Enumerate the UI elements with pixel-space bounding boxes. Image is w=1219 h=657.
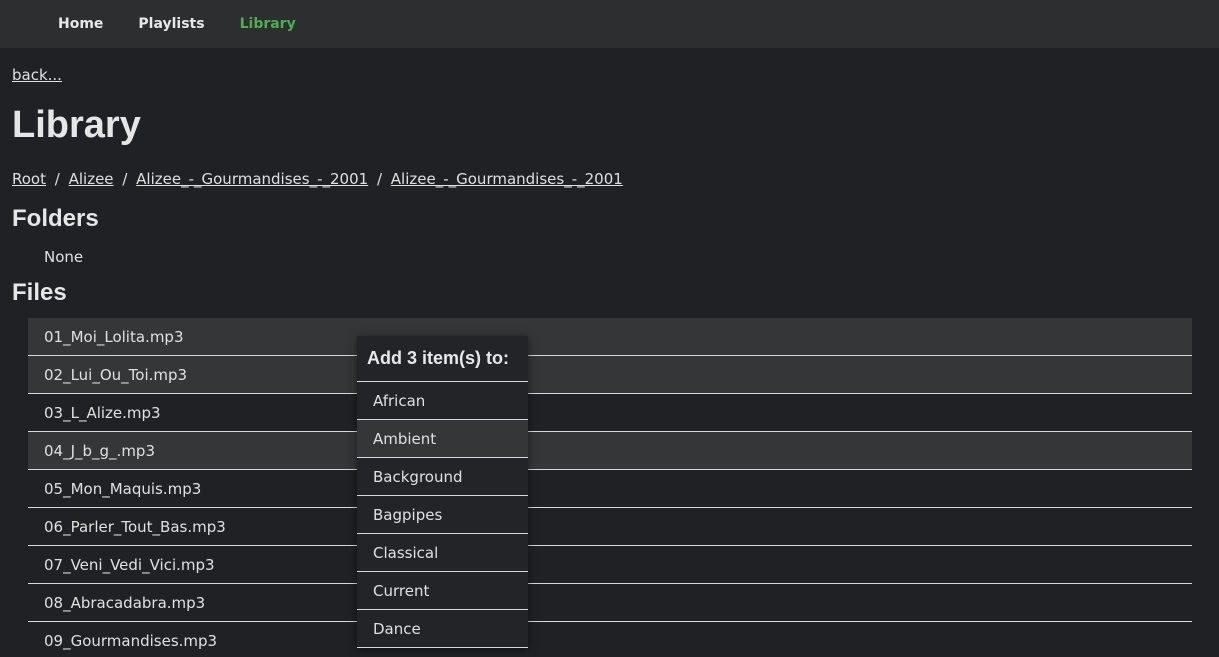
playlist-option-dance[interactable]: Dance — [357, 610, 528, 648]
file-row[interactable]: 05_Mon_Maquis.mp3 — [28, 470, 1192, 508]
playlist-option-bagpipes[interactable]: Bagpipes — [357, 496, 528, 534]
folders-heading: Folders — [12, 205, 99, 232]
add-to-playlist-menu: Add 3 item(s) to: African Ambient Backgr… — [357, 336, 528, 648]
file-list: 01_Moi_Lolita.mp3 02_Lui_Ou_Toi.mp3 03_L… — [28, 318, 1192, 657]
file-row[interactable]: 04_J_b_g_.mp3 — [28, 432, 1192, 470]
breadcrumb-separator: / — [376, 170, 383, 188]
top-nav: Home Playlists Library — [0, 0, 1219, 48]
file-row[interactable]: 02_Lui_Ou_Toi.mp3 — [28, 356, 1192, 394]
files-heading: Files — [12, 279, 67, 306]
file-row[interactable]: 01_Moi_Lolita.mp3 — [28, 318, 1192, 356]
folders-empty-text: None — [44, 248, 84, 266]
file-row[interactable]: 06_Parler_Tout_Bas.mp3 — [28, 508, 1192, 546]
page-title: Library — [12, 104, 141, 146]
nav-playlists[interactable]: Playlists — [138, 16, 204, 32]
playlist-option-african[interactable]: African — [357, 382, 528, 420]
file-row[interactable]: 09_Gourmandises.mp3 — [28, 622, 1192, 657]
back-link[interactable]: back... — [12, 66, 62, 84]
playlist-option-current[interactable]: Current — [357, 572, 528, 610]
playlist-option-ambient[interactable]: Ambient — [357, 420, 528, 458]
breadcrumb: Root / Alizee / Alizee_-_Gourmandises_-_… — [12, 170, 623, 188]
file-row[interactable]: 07_Veni_Vedi_Vici.mp3 — [28, 546, 1192, 584]
breadcrumb-album[interactable]: Alizee_-_Gourmandises_-_2001 — [136, 170, 368, 188]
file-row[interactable]: 03_L_Alize.mp3 — [28, 394, 1192, 432]
breadcrumb-current[interactable]: Alizee_-_Gourmandises_-_2001 — [391, 170, 623, 188]
nav-home[interactable]: Home — [58, 16, 103, 32]
nav-library[interactable]: Library — [240, 16, 296, 32]
breadcrumb-separator: / — [122, 170, 128, 188]
playlist-option-classical[interactable]: Classical — [357, 534, 528, 572]
add-menu-header: Add 3 item(s) to: — [357, 336, 528, 382]
breadcrumb-artist[interactable]: Alizee — [69, 170, 114, 188]
file-row[interactable]: 08_Abracadabra.mp3 — [28, 584, 1192, 622]
breadcrumb-separator: / — [54, 170, 60, 188]
breadcrumb-root[interactable]: Root — [12, 170, 46, 188]
playlist-option-background[interactable]: Background — [357, 458, 528, 496]
